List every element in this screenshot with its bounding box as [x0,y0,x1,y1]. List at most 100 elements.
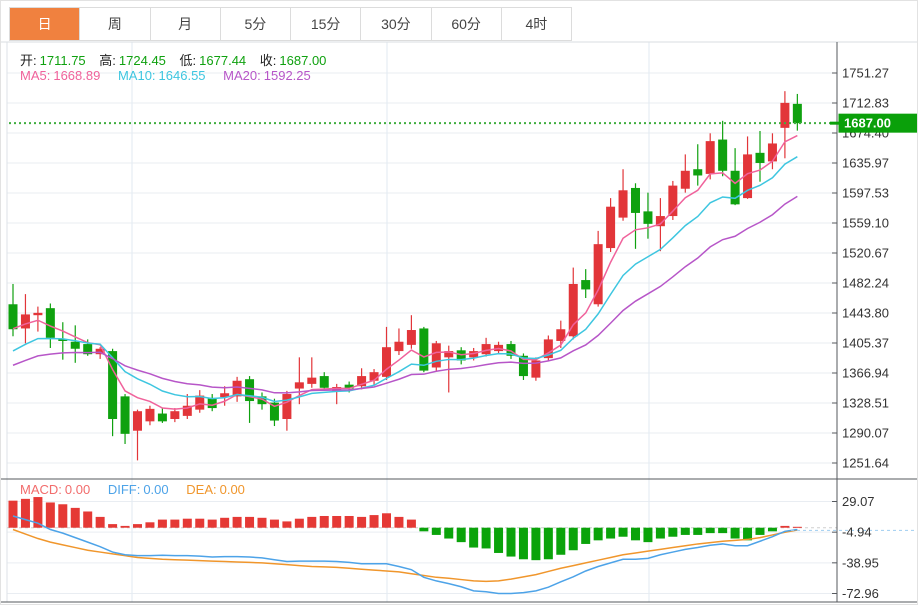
candle-up [681,171,690,189]
macd-bar [793,527,802,528]
macd-bar [606,528,615,539]
axis-tick-label: 1482.24 [842,275,889,290]
macd-bar [220,518,229,528]
axis-tick-label: 1751.27 [842,66,889,81]
axis-tick-label: 1290.07 [842,426,889,441]
ma-lines [13,136,797,410]
candlestick-chart[interactable]: 1751.271712.831674.401635.971597.531559.… [1,1,918,605]
macd-bar [21,499,30,528]
candle-down [71,342,80,349]
macd-bar [270,520,279,528]
candle-down [756,153,765,163]
close-value: 1687.00 [279,53,326,68]
ma5-value: 1668.89 [53,68,100,83]
close-label: 收: [260,53,277,68]
macd-bar [444,528,453,539]
axis-tick-label: 1635.97 [842,156,889,171]
candle-up [295,382,304,388]
candle-up [407,330,416,345]
candle-up [170,411,179,419]
axis-tick-label: 1520.67 [842,246,889,261]
dea-label: DEA: [186,482,216,497]
macd-bar [780,526,789,528]
diff-label: DIFF: [108,482,141,497]
open-value: 1711.75 [40,53,86,68]
macd-bar [332,516,341,528]
open-label: 开: [20,53,37,68]
axis-tick-label: 29.07 [842,494,875,509]
macd-bar [569,528,578,551]
macd-bar [382,513,391,527]
macd-bar [208,520,217,528]
macd-bar [681,528,690,535]
macd-bar [756,528,765,535]
macd-bar [457,528,466,542]
ma5-label: MA5: [20,68,50,83]
candle-up [482,344,491,354]
macd-bar [519,528,528,560]
ma20-value: 1592.25 [264,68,311,83]
axis-tick-label: -72.96 [842,586,879,601]
macd-bar [469,528,478,548]
macd-legend: MACD:0.00 DIFF:0.00 DEA:0.00 [20,482,245,497]
axis-tick-label: 1597.53 [842,186,889,201]
axis-tick-label: 1251.64 [842,456,889,471]
axis-tick-label: 1328.51 [842,395,889,410]
candle-up [307,378,316,384]
macd-bar [631,528,640,541]
candle-down [581,280,590,289]
macd-bar [58,504,67,527]
macd-label: MACD: [20,482,62,497]
candles [9,91,802,460]
candle-down [718,140,727,171]
macd-panel [9,497,918,593]
macd-bar [768,528,777,532]
ma-line-ma20 [13,196,797,393]
candle-up [394,342,403,351]
macd-bar [718,528,727,533]
macd-bar [108,524,117,528]
macd-bar [619,528,628,537]
macd-value: 0.00 [65,482,90,497]
candle-down [9,304,18,329]
macd-bar [133,524,142,528]
candle-down [793,104,802,123]
low-value: 1677.44 [199,53,246,68]
axis-tick-label: -4.94 [842,525,872,540]
macd-bar [9,501,18,528]
candle-up [145,409,154,421]
dea-value: 0.00 [220,482,245,497]
macd-bar [581,528,590,544]
current-price-label: 1687.00 [844,116,891,131]
macd-bar [245,517,254,528]
macd-bar [693,528,702,535]
candle-down [693,169,702,175]
macd-bar [345,516,354,528]
macd-bar [71,508,80,528]
macd-bar [556,528,565,555]
macd-bar [507,528,516,557]
chart-window: 日 周 月 5分 15分 30分 60分 4时 1751.271712.8316… [0,0,918,605]
macd-bar [121,526,130,528]
ma-legend: MA5:1668.89 MA10:1646.55 MA20:1592.25 [20,68,311,83]
macd-bar [394,517,403,528]
axis-tick-label: 1559.10 [842,216,889,231]
macd-bar [494,528,503,553]
macd-axis: 29.07-4.94-38.95-72.96 [832,494,879,601]
macd-bar [320,516,329,528]
macd-bar [482,528,491,549]
macd-bar [195,519,204,528]
macd-bar [183,519,192,528]
candle-up [33,313,42,315]
macd-bar [295,519,304,528]
macd-bar [407,520,416,528]
candle-down [320,376,329,388]
low-label: 低: [180,53,197,68]
diff-value: 0.00 [143,482,168,497]
candle-up [706,141,715,174]
axis-tick-label: 1712.83 [842,96,889,111]
macd-bar [83,511,92,527]
candle-down [121,396,130,433]
ma10-label: MA10: [118,68,156,83]
macd-bar [158,520,167,528]
